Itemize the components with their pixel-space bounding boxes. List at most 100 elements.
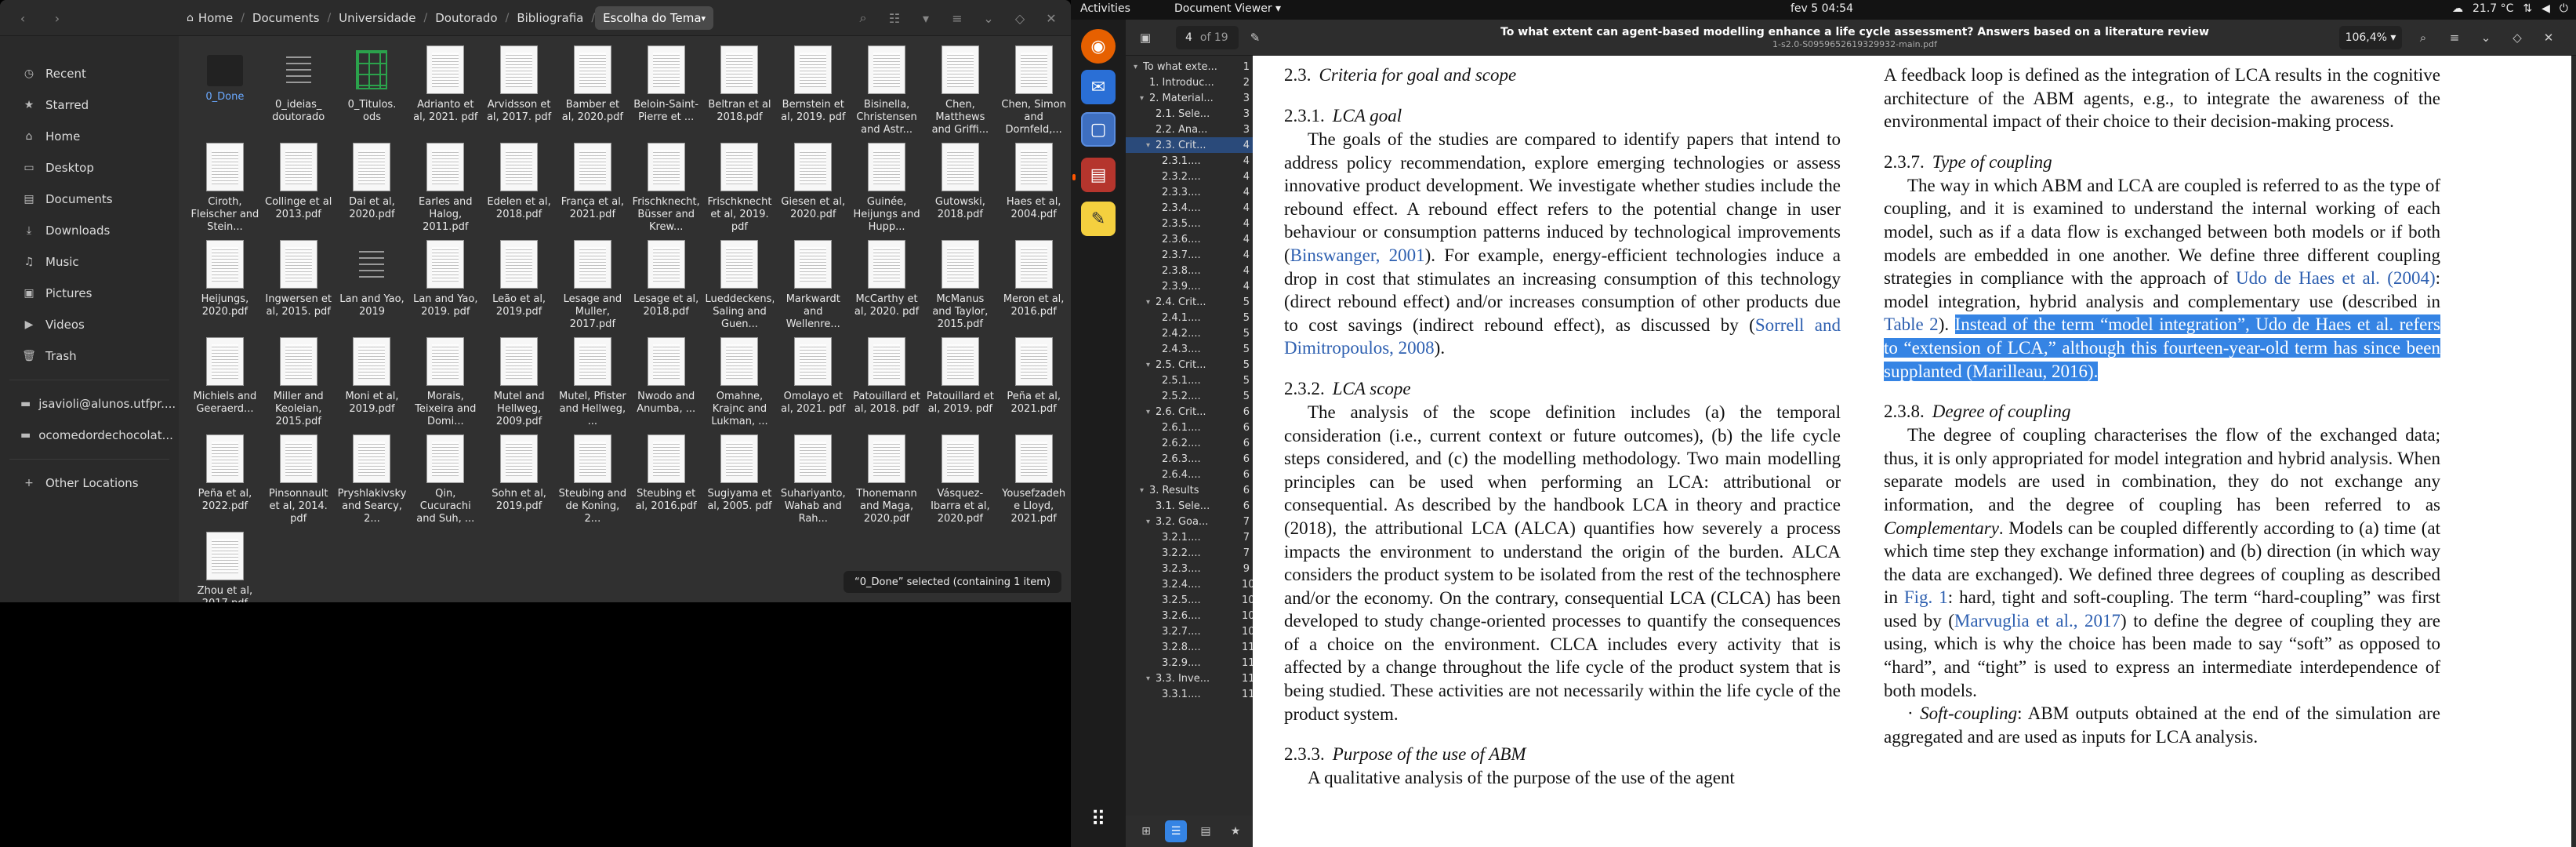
expander-icon[interactable]: ▾ <box>1146 298 1156 307</box>
power-icon[interactable]: ⏻ <box>2560 2 2568 15</box>
sidebar-item[interactable]: ★ Starred <box>6 89 172 121</box>
file-item[interactable]: McManus and Taylor, 2015.pdf <box>923 237 997 334</box>
citation-link[interactable]: Udo de Haes et al. (2004) <box>2236 268 2436 288</box>
file-item[interactable]: Omolayo et al, 2021. pdf <box>776 334 850 431</box>
bookmarks-icon[interactable]: ★ <box>1225 820 1246 842</box>
file-item[interactable]: Ciroth, Fleischer and Stein... <box>188 140 262 237</box>
outline-item[interactable]: 2.4.2.... 5 <box>1126 325 1253 341</box>
outline-item[interactable]: 1. Introduc... 2 <box>1126 75 1253 90</box>
outline-item[interactable]: ▾ 2.4. Crit... 5 <box>1126 294 1253 310</box>
file-item[interactable]: Suhariyanto, Wahab and Rah... <box>776 431 850 529</box>
sidebar-item[interactable]: ▤ Documents <box>6 184 172 215</box>
sidebar-item[interactable]: ▭ Desktop <box>6 152 172 184</box>
file-item[interactable]: Giesen et al, 2020.pdf <box>776 140 850 237</box>
file-item[interactable]: Steubing and de Koning, 2... <box>556 431 629 529</box>
file-item[interactable]: Steubing et al, 2016.pdf <box>629 431 703 529</box>
file-item[interactable]: Morais, Teixeira and Domi... <box>408 334 482 431</box>
outline-item[interactable]: ▾ 2.5. Crit... 5 <box>1126 357 1253 373</box>
outline-item[interactable]: 2.3.6.... 4 <box>1126 231 1253 247</box>
zoom-selector[interactable]: 106,4% ▾ <box>2339 26 2402 49</box>
file-item[interactable]: Mutel, Pfister and Hellweg, ... <box>556 334 629 431</box>
sidebar-item[interactable]: ▣ Pictures <box>6 278 172 309</box>
expander-icon[interactable]: ▾ <box>1146 674 1156 683</box>
file-item[interactable]: Beltran et al 2018.pdf <box>703 42 777 140</box>
file-item[interactable]: Gutowski, 2018.pdf <box>923 140 997 237</box>
close-icon[interactable]: ✕ <box>1039 6 1063 30</box>
sidebar-item[interactable]: ▬ ocomedordechocolat... <box>6 420 173 451</box>
file-item[interactable]: Qin, Cucurachi and Suh, ... <box>408 431 482 529</box>
file-item[interactable]: Meron et al, 2016.pdf <box>997 237 1071 334</box>
document-viewer-icon[interactable]: ▤ <box>1081 158 1116 192</box>
expander-icon[interactable]: ▾ <box>1146 141 1156 150</box>
outline-item[interactable]: 2.6.4.... 6 <box>1126 467 1253 482</box>
figure-link[interactable]: Fig. 1 <box>1904 587 1948 607</box>
file-item[interactable]: Bisinella, Christensen and Astr... <box>850 42 923 140</box>
file-item[interactable]: Patouillard et al, 2018. pdf <box>850 334 923 431</box>
file-item[interactable]: Markwardt and Wellenre... <box>776 237 850 334</box>
file-item[interactable]: Adrianto et al, 2021. pdf <box>408 42 482 140</box>
file-item[interactable]: Miller and Keoleian, 2015.pdf <box>262 334 336 431</box>
file-item[interactable]: Pinsonnault et al, 2014. pdf <box>262 431 336 529</box>
file-item[interactable]: 0_Titulos. ods <box>336 42 409 140</box>
close-icon[interactable]: ✕ <box>2537 26 2560 49</box>
expander-icon[interactable]: ▾ <box>1140 486 1149 495</box>
file-item[interactable]: Chen, Simon and Dornfeld,... <box>997 42 1071 140</box>
expander-icon[interactable]: ▾ <box>1146 361 1156 369</box>
breadcrumb-item[interactable]: Bibliografia <box>509 6 591 30</box>
file-item[interactable]: Nwodo and Anumba, ... <box>629 334 703 431</box>
citation-link[interactable]: Marvuglia et al., 2017 <box>1954 611 2121 631</box>
outline-item[interactable]: 2.3.4.... 4 <box>1126 200 1253 216</box>
view-toggle-icon[interactable]: ▾ <box>914 6 938 30</box>
file-item[interactable]: Omahne, Krajnc and Lukman, ... <box>703 334 777 431</box>
outline-item[interactable]: 3.2.3.... 9 <box>1126 561 1253 576</box>
files-icon[interactable]: ▢ <box>1081 112 1116 147</box>
sidebar-item[interactable]: ⌂ Home <box>6 121 172 152</box>
network-icon[interactable]: ⇅ <box>2523 2 2532 15</box>
sidebar-item[interactable]: 🗑 Trash <box>6 340 172 372</box>
expander-icon[interactable]: ▾ <box>1146 518 1156 526</box>
breadcrumb-item[interactable]: Escolha do Tema ▾ <box>595 6 714 30</box>
page-number-field[interactable]: 4 of 19 <box>1176 26 1239 49</box>
volume-icon[interactable]: ◀ <box>2542 2 2550 15</box>
outline-item[interactable]: ▾ 3.3. Inve... 11 <box>1126 671 1255 686</box>
outline-item[interactable]: 2.3.8.... 4 <box>1126 263 1253 278</box>
outline-item[interactable]: ▾ 2.3. Crit... 4 <box>1126 137 1253 153</box>
file-item[interactable]: Haes et al, 2004.pdf <box>997 140 1071 237</box>
file-item[interactable]: Dai et al, 2020.pdf <box>336 140 409 237</box>
outline-icon[interactable]: ☰ <box>1165 820 1187 842</box>
file-item[interactable]: Heijungs, 2020.pdf <box>188 237 262 334</box>
maximize-icon[interactable]: ◇ <box>1008 6 1032 30</box>
breadcrumb-item[interactable]: Documents <box>245 6 328 30</box>
outline-item[interactable]: 2.3.2.... 4 <box>1126 169 1253 184</box>
file-item[interactable]: Frischknecht, Büsser and Krew... <box>629 140 703 237</box>
file-item[interactable]: Earles and Halog, 2011.pdf <box>408 140 482 237</box>
sidebar-item[interactable]: ◷ Recent <box>6 58 172 89</box>
back-button[interactable]: ‹ <box>11 6 34 30</box>
annotations-icon[interactable]: ▤ <box>1195 820 1217 842</box>
expander-icon[interactable]: ▾ <box>1146 408 1156 416</box>
outline-item[interactable]: 2.1. Sele... 3 <box>1126 106 1253 122</box>
file-item[interactable]: Bernstein et al, 2019. pdf <box>776 42 850 140</box>
file-item[interactable]: Mutel and Hellweg, 2009.pdf <box>482 334 556 431</box>
annotate-icon[interactable]: ✎ <box>1243 26 1267 49</box>
outline-item[interactable]: 2.6.3.... 6 <box>1126 451 1253 467</box>
file-item[interactable]: Michiels and Geeraerd... <box>188 334 262 431</box>
outline-item[interactable]: 2.3.1.... 4 <box>1126 153 1253 169</box>
outline-item[interactable]: 3.2.2.... 7 <box>1126 545 1253 561</box>
file-item[interactable]: Patouillard et al, 2019. pdf <box>923 334 997 431</box>
sidebar-item[interactable]: ⤓ Downloads <box>6 215 172 246</box>
menu-icon[interactable]: ≡ <box>945 6 969 30</box>
file-item[interactable]: Lan and Yao, 2019. pdf <box>408 237 482 334</box>
outline-item[interactable]: 3.2.6.... 10 <box>1126 608 1255 623</box>
thumbnails-icon[interactable]: ⊞ <box>1135 820 1157 842</box>
outline-item[interactable]: 2.3.5.... 4 <box>1126 216 1253 231</box>
outline-item[interactable]: 2.4.1.... 5 <box>1126 310 1253 325</box>
temperature[interactable]: 21.7 °C <box>2473 2 2513 15</box>
clock[interactable]: fev 5 04:54 <box>1791 2 1853 15</box>
file-item[interactable]: Zhou et al, 2017.pdf <box>188 529 262 602</box>
file-item[interactable]: Lesage and Muller, 2017.pdf <box>556 237 629 334</box>
file-item[interactable]: Guinée, Heijungs and Hupp... <box>850 140 923 237</box>
outline-item[interactable]: 3.2.7.... 10 <box>1126 623 1255 639</box>
search-icon[interactable]: ⌕ <box>2411 26 2435 49</box>
file-item[interactable]: 0_Done <box>188 42 262 140</box>
